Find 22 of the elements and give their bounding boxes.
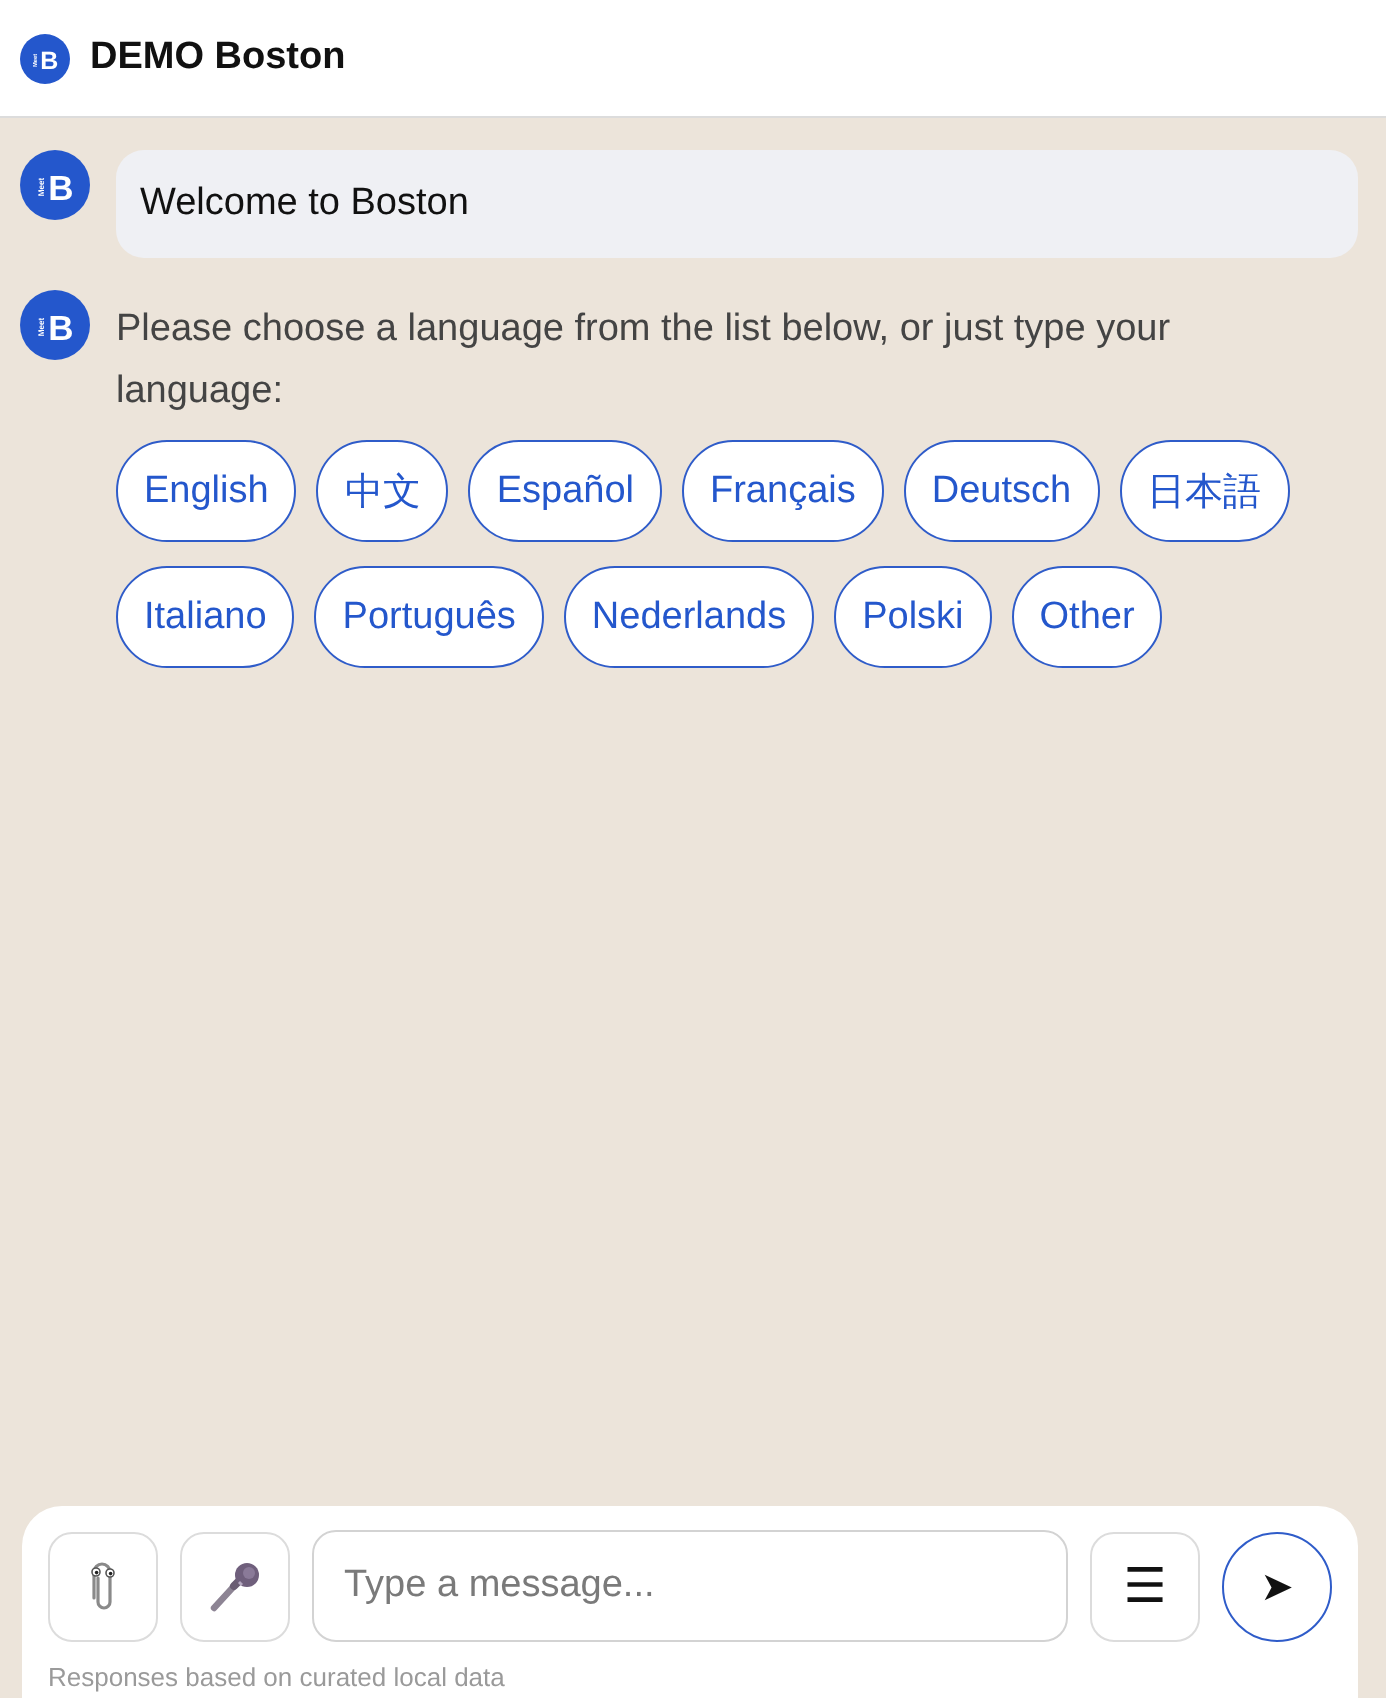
footer-note: Responses based on curated local data <box>48 1662 507 1692</box>
language-option[interactable]: 中文 <box>316 440 449 542</box>
language-option[interactable]: Português <box>314 566 544 668</box>
language-option[interactable]: Other <box>1011 566 1163 668</box>
language-option[interactable]: Polski <box>834 566 992 668</box>
language-option[interactable]: 日本語 <box>1119 440 1290 542</box>
app-title: DEMO Boston <box>90 36 346 80</box>
language-option[interactable]: Français <box>682 440 884 542</box>
send-button[interactable]: ➤ <box>1222 1531 1332 1641</box>
language-option[interactable]: Nederlands <box>563 566 815 668</box>
message-text: Please choose a language from the list below, or just type your language: <box>116 306 1173 416</box>
language-option[interactable]: Español <box>468 440 662 542</box>
message-bubble: Welcome to Boston <box>116 150 1358 258</box>
paperclip-icon <box>87 1560 119 1612</box>
microphone-button[interactable] <box>180 1531 290 1641</box>
message-input[interactable]: Type a message... <box>312 1530 1068 1642</box>
menu-button[interactable]: ☰ <box>1090 1531 1200 1641</box>
language-option[interactable]: Italiano <box>116 566 295 668</box>
language-option[interactable]: Deutsch <box>903 440 1100 542</box>
attach-button[interactable] <box>48 1531 158 1641</box>
microphone-icon <box>209 1560 261 1612</box>
language-option[interactable]: English <box>116 440 297 542</box>
